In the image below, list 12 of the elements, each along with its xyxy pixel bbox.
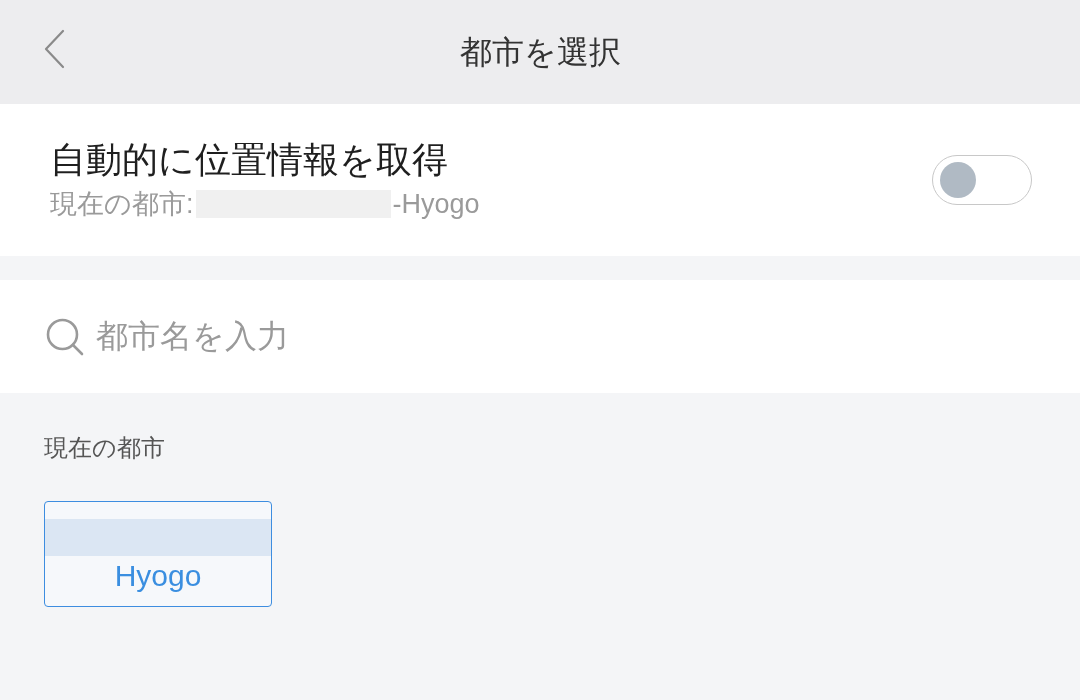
search-icon [46,317,84,356]
auto-location-label: 自動的に位置情報を取得 [50,142,449,178]
current-city-label: 現在の都市: [50,190,194,218]
back-chevron-icon [43,29,65,69]
search-bar[interactable]: 都市名を入力 [0,280,1080,393]
city-option-button[interactable]: Hyogo [44,501,272,607]
current-city-name: -Hyogo [392,190,480,218]
section-heading: 現在の都市 [44,433,165,463]
auto-location-toggle[interactable] [932,155,1032,205]
search-input[interactable]: 都市名を入力 [96,306,1040,367]
page-title: 都市を選択 [459,36,621,68]
toggle-knob-icon [940,162,976,198]
